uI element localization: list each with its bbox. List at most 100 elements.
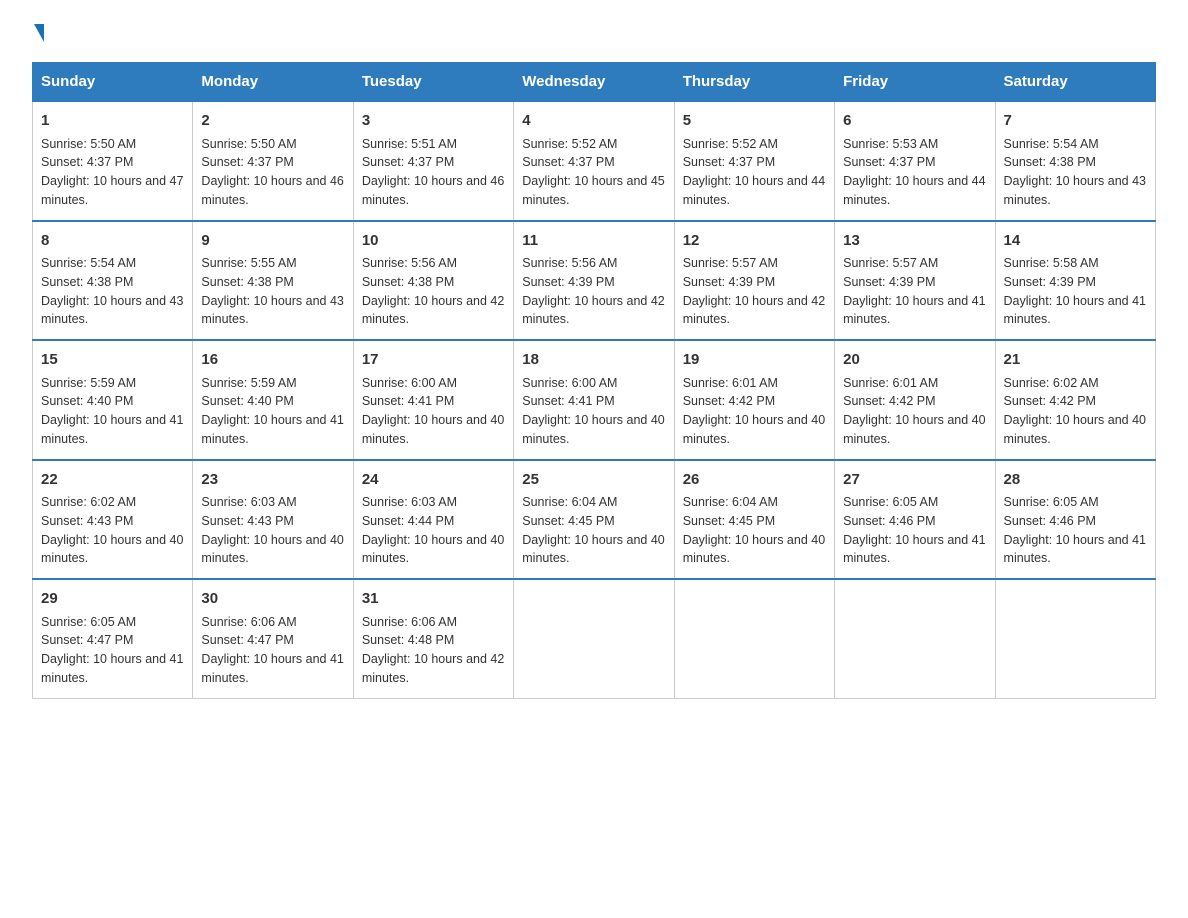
calendar-cell: 26Sunrise: 6:04 AMSunset: 4:45 PMDayligh…: [674, 460, 834, 580]
day-info: Sunrise: 5:59 AMSunset: 4:40 PMDaylight:…: [201, 374, 344, 449]
day-number: 20: [843, 349, 986, 372]
column-header-thursday: Thursday: [674, 63, 834, 102]
day-info: Sunrise: 5:53 AMSunset: 4:37 PMDaylight:…: [843, 135, 986, 210]
calendar-cell: 27Sunrise: 6:05 AMSunset: 4:46 PMDayligh…: [835, 460, 995, 580]
column-header-tuesday: Tuesday: [353, 63, 513, 102]
day-number: 15: [41, 349, 184, 372]
day-number: 7: [1004, 110, 1147, 133]
day-info: Sunrise: 5:52 AMSunset: 4:37 PMDaylight:…: [683, 135, 826, 210]
day-info: Sunrise: 6:06 AMSunset: 4:48 PMDaylight:…: [362, 613, 505, 688]
calendar-cell: 1Sunrise: 5:50 AMSunset: 4:37 PMDaylight…: [33, 101, 193, 221]
day-number: 5: [683, 110, 826, 133]
calendar-cell: 15Sunrise: 5:59 AMSunset: 4:40 PMDayligh…: [33, 340, 193, 460]
calendar-cell: 23Sunrise: 6:03 AMSunset: 4:43 PMDayligh…: [193, 460, 353, 580]
calendar-cell: 12Sunrise: 5:57 AMSunset: 4:39 PMDayligh…: [674, 221, 834, 341]
day-number: 28: [1004, 469, 1147, 492]
day-number: 12: [683, 230, 826, 253]
day-info: Sunrise: 5:59 AMSunset: 4:40 PMDaylight:…: [41, 374, 184, 449]
calendar-cell: 16Sunrise: 5:59 AMSunset: 4:40 PMDayligh…: [193, 340, 353, 460]
day-info: Sunrise: 5:54 AMSunset: 4:38 PMDaylight:…: [41, 254, 184, 329]
calendar-cell: 18Sunrise: 6:00 AMSunset: 4:41 PMDayligh…: [514, 340, 674, 460]
day-number: 26: [683, 469, 826, 492]
day-number: 23: [201, 469, 344, 492]
day-number: 14: [1004, 230, 1147, 253]
day-info: Sunrise: 6:00 AMSunset: 4:41 PMDaylight:…: [522, 374, 665, 449]
day-info: Sunrise: 5:57 AMSunset: 4:39 PMDaylight:…: [683, 254, 826, 329]
calendar-cell: 6Sunrise: 5:53 AMSunset: 4:37 PMDaylight…: [835, 101, 995, 221]
logo: [32, 24, 46, 42]
calendar-week-1: 1Sunrise: 5:50 AMSunset: 4:37 PMDaylight…: [33, 101, 1156, 221]
calendar-week-4: 22Sunrise: 6:02 AMSunset: 4:43 PMDayligh…: [33, 460, 1156, 580]
calendar-cell: 3Sunrise: 5:51 AMSunset: 4:37 PMDaylight…: [353, 101, 513, 221]
day-info: Sunrise: 6:04 AMSunset: 4:45 PMDaylight:…: [683, 493, 826, 568]
calendar-cell: 14Sunrise: 5:58 AMSunset: 4:39 PMDayligh…: [995, 221, 1155, 341]
day-info: Sunrise: 5:58 AMSunset: 4:39 PMDaylight:…: [1004, 254, 1147, 329]
day-number: 30: [201, 588, 344, 611]
day-number: 21: [1004, 349, 1147, 372]
calendar-cell: [835, 579, 995, 698]
day-number: 18: [522, 349, 665, 372]
calendar-table: SundayMondayTuesdayWednesdayThursdayFrid…: [32, 62, 1156, 699]
column-header-wednesday: Wednesday: [514, 63, 674, 102]
calendar-cell: 9Sunrise: 5:55 AMSunset: 4:38 PMDaylight…: [193, 221, 353, 341]
calendar-cell: [514, 579, 674, 698]
day-number: 2: [201, 110, 344, 133]
day-number: 27: [843, 469, 986, 492]
calendar-week-2: 8Sunrise: 5:54 AMSunset: 4:38 PMDaylight…: [33, 221, 1156, 341]
day-info: Sunrise: 6:05 AMSunset: 4:46 PMDaylight:…: [843, 493, 986, 568]
calendar-cell: 21Sunrise: 6:02 AMSunset: 4:42 PMDayligh…: [995, 340, 1155, 460]
column-header-monday: Monday: [193, 63, 353, 102]
day-number: 17: [362, 349, 505, 372]
calendar-week-5: 29Sunrise: 6:05 AMSunset: 4:47 PMDayligh…: [33, 579, 1156, 698]
calendar-cell: 13Sunrise: 5:57 AMSunset: 4:39 PMDayligh…: [835, 221, 995, 341]
calendar-cell: 11Sunrise: 5:56 AMSunset: 4:39 PMDayligh…: [514, 221, 674, 341]
day-number: 31: [362, 588, 505, 611]
day-info: Sunrise: 6:01 AMSunset: 4:42 PMDaylight:…: [683, 374, 826, 449]
column-header-sunday: Sunday: [33, 63, 193, 102]
day-info: Sunrise: 5:55 AMSunset: 4:38 PMDaylight:…: [201, 254, 344, 329]
calendar-cell: 19Sunrise: 6:01 AMSunset: 4:42 PMDayligh…: [674, 340, 834, 460]
day-info: Sunrise: 6:01 AMSunset: 4:42 PMDaylight:…: [843, 374, 986, 449]
calendar-week-3: 15Sunrise: 5:59 AMSunset: 4:40 PMDayligh…: [33, 340, 1156, 460]
day-info: Sunrise: 6:02 AMSunset: 4:42 PMDaylight:…: [1004, 374, 1147, 449]
calendar-cell: 20Sunrise: 6:01 AMSunset: 4:42 PMDayligh…: [835, 340, 995, 460]
day-number: 6: [843, 110, 986, 133]
page-header: [32, 24, 1156, 42]
day-info: Sunrise: 6:05 AMSunset: 4:46 PMDaylight:…: [1004, 493, 1147, 568]
day-info: Sunrise: 5:51 AMSunset: 4:37 PMDaylight:…: [362, 135, 505, 210]
day-number: 24: [362, 469, 505, 492]
calendar-cell: 10Sunrise: 5:56 AMSunset: 4:38 PMDayligh…: [353, 221, 513, 341]
day-number: 4: [522, 110, 665, 133]
day-info: Sunrise: 5:50 AMSunset: 4:37 PMDaylight:…: [41, 135, 184, 210]
day-number: 3: [362, 110, 505, 133]
logo-triangle-icon: [34, 24, 44, 42]
calendar-cell: [995, 579, 1155, 698]
calendar-cell: 2Sunrise: 5:50 AMSunset: 4:37 PMDaylight…: [193, 101, 353, 221]
calendar-cell: 25Sunrise: 6:04 AMSunset: 4:45 PMDayligh…: [514, 460, 674, 580]
day-number: 10: [362, 230, 505, 253]
calendar-cell: 31Sunrise: 6:06 AMSunset: 4:48 PMDayligh…: [353, 579, 513, 698]
day-info: Sunrise: 6:00 AMSunset: 4:41 PMDaylight:…: [362, 374, 505, 449]
day-number: 29: [41, 588, 184, 611]
day-number: 13: [843, 230, 986, 253]
day-info: Sunrise: 6:03 AMSunset: 4:43 PMDaylight:…: [201, 493, 344, 568]
day-info: Sunrise: 6:05 AMSunset: 4:47 PMDaylight:…: [41, 613, 184, 688]
calendar-cell: 4Sunrise: 5:52 AMSunset: 4:37 PMDaylight…: [514, 101, 674, 221]
calendar-cell: 5Sunrise: 5:52 AMSunset: 4:37 PMDaylight…: [674, 101, 834, 221]
day-number: 8: [41, 230, 184, 253]
day-number: 1: [41, 110, 184, 133]
calendar-body: 1Sunrise: 5:50 AMSunset: 4:37 PMDaylight…: [33, 101, 1156, 698]
calendar-header: SundayMondayTuesdayWednesdayThursdayFrid…: [33, 63, 1156, 102]
column-header-saturday: Saturday: [995, 63, 1155, 102]
calendar-cell: 28Sunrise: 6:05 AMSunset: 4:46 PMDayligh…: [995, 460, 1155, 580]
day-number: 9: [201, 230, 344, 253]
calendar-cell: 7Sunrise: 5:54 AMSunset: 4:38 PMDaylight…: [995, 101, 1155, 221]
day-number: 19: [683, 349, 826, 372]
calendar-cell: 29Sunrise: 6:05 AMSunset: 4:47 PMDayligh…: [33, 579, 193, 698]
day-info: Sunrise: 5:56 AMSunset: 4:38 PMDaylight:…: [362, 254, 505, 329]
day-info: Sunrise: 5:52 AMSunset: 4:37 PMDaylight:…: [522, 135, 665, 210]
day-info: Sunrise: 6:03 AMSunset: 4:44 PMDaylight:…: [362, 493, 505, 568]
day-info: Sunrise: 5:50 AMSunset: 4:37 PMDaylight:…: [201, 135, 344, 210]
day-info: Sunrise: 6:06 AMSunset: 4:47 PMDaylight:…: [201, 613, 344, 688]
day-number: 25: [522, 469, 665, 492]
